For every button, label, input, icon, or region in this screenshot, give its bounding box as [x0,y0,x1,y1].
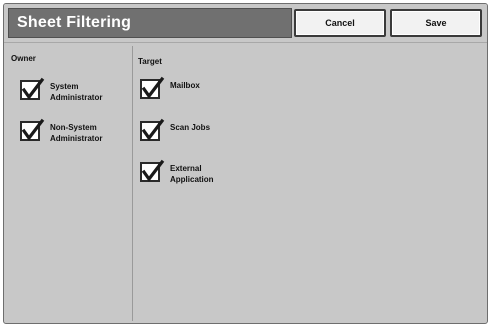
label-line-1: Mailbox [170,81,200,90]
checkmark-icon [141,76,165,99]
title-box: Sheet Filtering [8,8,292,38]
page-title: Sheet Filtering [17,14,132,31]
owner-system-admin-checkbox[interactable]: System Administrator [20,77,130,103]
checkbox-label: External Application [170,163,250,185]
checkmark-icon [141,118,165,141]
target-scan-jobs-checkbox[interactable]: Scan Jobs [140,118,250,141]
target-mailbox-checkbox[interactable]: Mailbox [140,76,250,99]
checkbox-box[interactable] [20,77,45,100]
checkmark-icon [21,77,45,100]
header-divider [4,42,487,43]
checkmark-icon [21,118,45,141]
target-external-application-checkbox[interactable]: External Application [140,159,250,185]
owner-non-system-admin-checkbox[interactable]: Non-System Administrator [20,118,130,144]
label-line-1: Scan Jobs [170,123,211,132]
sheet-filtering-panel: Sheet Filtering Cancel Save Owner System… [3,3,488,324]
checkbox-box[interactable] [20,118,45,141]
checkbox-label: Mailbox [170,80,250,91]
label-line-2: Administrator [50,134,103,143]
target-heading: Target [138,57,162,66]
label-line-2: Application [170,175,214,184]
checkbox-box[interactable] [140,118,165,141]
label-line-1: External [170,164,202,173]
checkbox-label: Non-System Administrator [50,122,130,144]
cancel-button[interactable]: Cancel [294,9,386,37]
label-line-1: Non-System [50,123,97,132]
label-line-2: Administrator [50,93,103,102]
checkbox-box[interactable] [140,159,165,182]
owner-heading: Owner [11,54,36,63]
checkbox-label: Scan Jobs [170,122,250,133]
section-divider [132,46,133,321]
label-line-1: System [50,82,79,91]
checkbox-box[interactable] [140,76,165,99]
save-button[interactable]: Save [390,9,482,37]
title-bar: Sheet Filtering Cancel Save [4,4,487,42]
checkmark-icon [141,159,165,182]
checkbox-label: System Administrator [50,81,130,103]
